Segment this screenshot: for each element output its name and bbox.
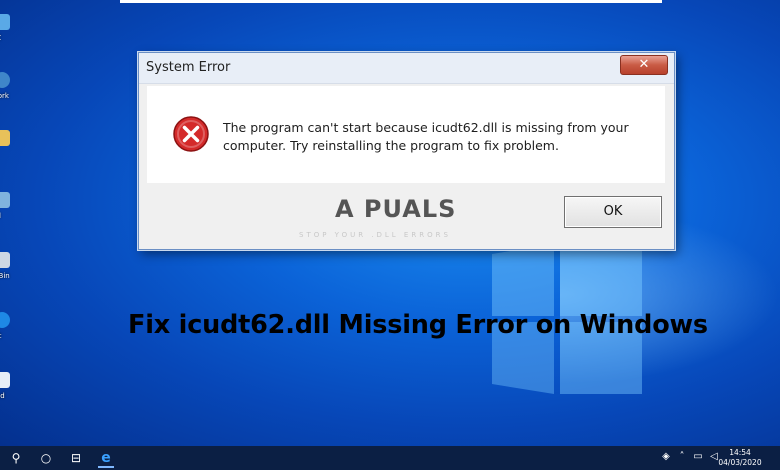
taskbar: ⚲ ○ ⊟ e ◈ ˄ ▭ ◁ 14:54 04/03/2020 [0, 446, 780, 470]
appuals-watermark: A PUALS [335, 195, 457, 223]
edge-browser-icon [0, 312, 10, 328]
desktop-icon-network[interactable]: work [0, 72, 14, 100]
desktop-icon-user[interactable]: rt [0, 130, 14, 158]
ok-button[interactable]: OK [564, 196, 662, 228]
system-error-dialog: System Error ✕ The program can't start b… [138, 52, 675, 250]
desktop-icon-label: work [0, 92, 9, 100]
chevron-up-icon[interactable]: ˄ [676, 451, 688, 463]
desktop-icon-recycle-bin[interactable]: e Bin [0, 252, 14, 280]
error-message: The program can't start because icudt62.… [223, 119, 643, 155]
desktop-icon-label: Pad [0, 392, 5, 400]
dialog-content: The program can't start because icudt62.… [147, 86, 665, 183]
clock-date: 04/03/2020 [718, 458, 762, 467]
top-window-edge [120, 0, 662, 3]
desktop-icon-label: rol [0, 212, 14, 220]
error-message-line: The program can't start because icudt62.… [223, 120, 629, 135]
dialog-titlebar[interactable]: System Error ✕ [139, 53, 674, 84]
edge-browser-icon[interactable]: e [98, 450, 114, 468]
desktop-icon-label: rt [0, 150, 14, 158]
desktop-icon-control-panel[interactable]: rol [0, 192, 14, 220]
task-view-icon[interactable]: ⊟ [68, 450, 84, 466]
watermark-tagline: STOP YOUR .DLL ERRORS [299, 231, 451, 239]
desktop-icon-label: oft [0, 332, 14, 340]
clock-time: 14:54 [729, 448, 751, 457]
network-icon [0, 72, 10, 88]
cortana-icon[interactable]: ○ [38, 450, 54, 466]
desktop-icon-label: e Bin [0, 272, 10, 280]
dialog-title: System Error [146, 60, 231, 75]
recycle-bin-icon [0, 252, 10, 268]
search-icon[interactable]: ⚲ [8, 450, 24, 466]
network-icon[interactable]: ▭ [692, 451, 704, 463]
dialog-footer: A PUALS STOP YOUR .DLL ERRORS OK [139, 185, 674, 249]
clock[interactable]: 14:54 04/03/2020 [718, 448, 762, 468]
close-button[interactable]: ✕ [620, 55, 668, 75]
control-panel-icon [0, 192, 10, 208]
desktop-icon-notepad[interactable]: Pad [0, 372, 14, 400]
computer-icon [0, 14, 10, 30]
desktop-icon-label: PC [0, 34, 14, 42]
error-message-line: computer. Try reinstalling the program t… [223, 138, 559, 153]
desktop-icon-this-pc[interactable]: PC [0, 14, 14, 42]
article-headline: Fix icudt62.dll Missing Error on Windows [128, 310, 708, 340]
error-icon [173, 116, 209, 152]
user-folder-icon [0, 130, 10, 146]
shield-icon[interactable]: ◈ [660, 451, 672, 463]
desktop-icon-edge[interactable]: oft [0, 312, 14, 340]
notepad-icon [0, 372, 10, 388]
